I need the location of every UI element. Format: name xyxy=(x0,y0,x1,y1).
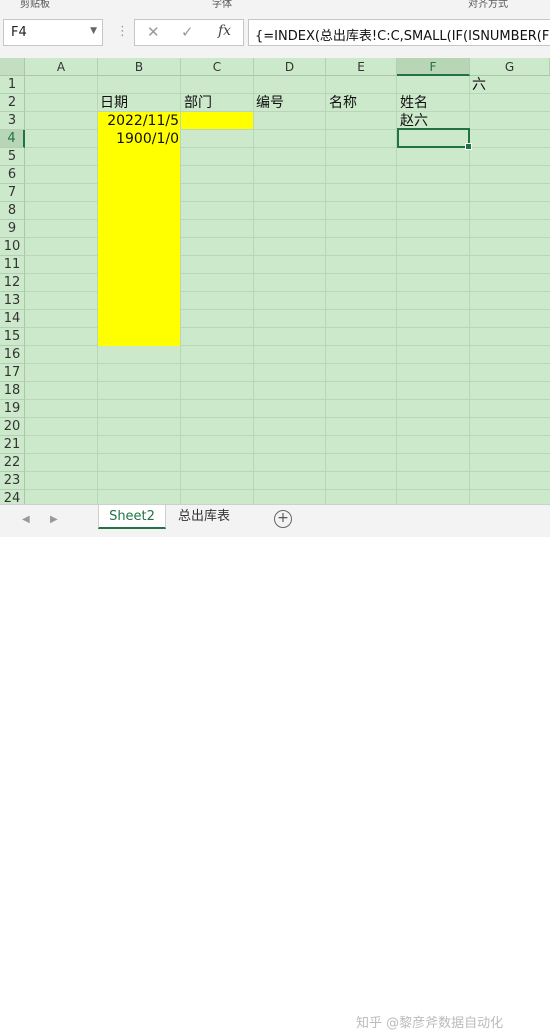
insert-function-icon[interactable]: fx xyxy=(218,23,231,39)
row-header[interactable]: 20 xyxy=(0,418,25,436)
ribbon-group-font: 字体 xyxy=(212,0,232,10)
row-header[interactable]: 1 xyxy=(0,76,25,94)
row-header[interactable]: 21 xyxy=(0,436,25,454)
formula-actions: ✕ ✓ fx xyxy=(134,19,244,46)
column-header-f[interactable]: F xyxy=(397,58,470,76)
row-header[interactable]: 11 xyxy=(0,256,25,274)
confirm-icon[interactable]: ✓ xyxy=(181,23,194,41)
row-header[interactable]: 22 xyxy=(0,454,25,472)
column-header-a[interactable]: A xyxy=(25,58,98,76)
scroll-tabs-left-icon[interactable]: ◀ xyxy=(22,514,30,525)
fill-handle[interactable] xyxy=(465,143,472,150)
column-header-b[interactable]: B xyxy=(98,58,181,76)
active-cell-f4[interactable] xyxy=(397,128,472,150)
cell-b3[interactable]: 2022/11/5 xyxy=(98,112,179,130)
worksheet-grid[interactable]: A B C D E F G 1 2 3 4 5 6 7 8 9 10 11 12… xyxy=(0,58,550,504)
ribbon-group-clipboard: 剪贴板 xyxy=(20,0,50,10)
row-header[interactable]: 3 xyxy=(0,112,25,130)
column-header-d[interactable]: D xyxy=(254,58,326,76)
row-header[interactable]: 8 xyxy=(0,202,25,220)
watermark: 知乎 @黎彦斧数据自动化 xyxy=(356,1016,504,1031)
row-header[interactable]: 24 xyxy=(0,490,25,504)
name-box-value: F4 xyxy=(11,25,27,40)
tab-sheet2[interactable]: Sheet2 xyxy=(98,505,166,529)
row-header[interactable]: 7 xyxy=(0,184,25,202)
yellow-fill-c3 xyxy=(181,112,253,129)
formula-input[interactable]: {=INDEX(总出库表!C:C,SMALL(IF(ISNUMBER(FIN xyxy=(248,19,550,46)
row-header[interactable]: 13 xyxy=(0,292,25,310)
row-header[interactable]: 12 xyxy=(0,274,25,292)
cancel-icon[interactable]: ✕ xyxy=(147,23,160,41)
formula-bar: F4 ▼ ⋮ ✕ ✓ fx {=INDEX(总出库表!C:C,SMALL(IF(… xyxy=(0,10,550,58)
scroll-tabs-right-icon[interactable]: ▶ xyxy=(50,514,58,525)
name-box[interactable]: F4 ▼ xyxy=(3,19,103,46)
row-header[interactable]: 2 xyxy=(0,94,25,112)
cell-d2[interactable]: 编号 xyxy=(256,94,284,112)
row-header[interactable]: 4 xyxy=(0,130,25,148)
add-sheet-icon[interactable]: + xyxy=(274,510,292,528)
row-header[interactable]: 17 xyxy=(0,364,25,382)
row-header[interactable]: 15 xyxy=(0,328,25,346)
sheet-tab-bar: ◀ ▶ Sheet2 总出库表 + 知乎 @黎彦斧数据自动化 xyxy=(0,504,550,1031)
cell-f2[interactable]: 姓名 xyxy=(400,94,428,112)
row-header[interactable]: 23 xyxy=(0,472,25,490)
row-header[interactable]: 9 xyxy=(0,220,25,238)
more-options-icon[interactable]: ⋮ xyxy=(116,24,129,39)
select-all-corner[interactable] xyxy=(0,58,25,76)
column-header-c[interactable]: C xyxy=(181,58,254,76)
tab-zongchukubiao[interactable]: 总出库表 xyxy=(170,505,238,529)
cell-b4[interactable]: 1900/1/0 xyxy=(98,130,179,148)
row-header[interactable]: 5 xyxy=(0,148,25,166)
row-header[interactable]: 10 xyxy=(0,238,25,256)
row-header[interactable]: 6 xyxy=(0,166,25,184)
row-header[interactable]: 14 xyxy=(0,310,25,328)
chevron-down-icon[interactable]: ▼ xyxy=(90,26,97,36)
cell-c2[interactable]: 部门 xyxy=(184,94,212,112)
cell-b2[interactable]: 日期 xyxy=(100,94,128,112)
cell-g1[interactable]: 六 xyxy=(472,76,486,94)
cell-e2[interactable]: 名称 xyxy=(329,94,357,112)
row-header[interactable]: 19 xyxy=(0,400,25,418)
column-header-g[interactable]: G xyxy=(470,58,550,76)
row-header[interactable]: 16 xyxy=(0,346,25,364)
ribbon-group-alignment: 对齐方式 xyxy=(468,0,508,10)
column-header-e[interactable]: E xyxy=(326,58,397,76)
row-header[interactable]: 18 xyxy=(0,382,25,400)
